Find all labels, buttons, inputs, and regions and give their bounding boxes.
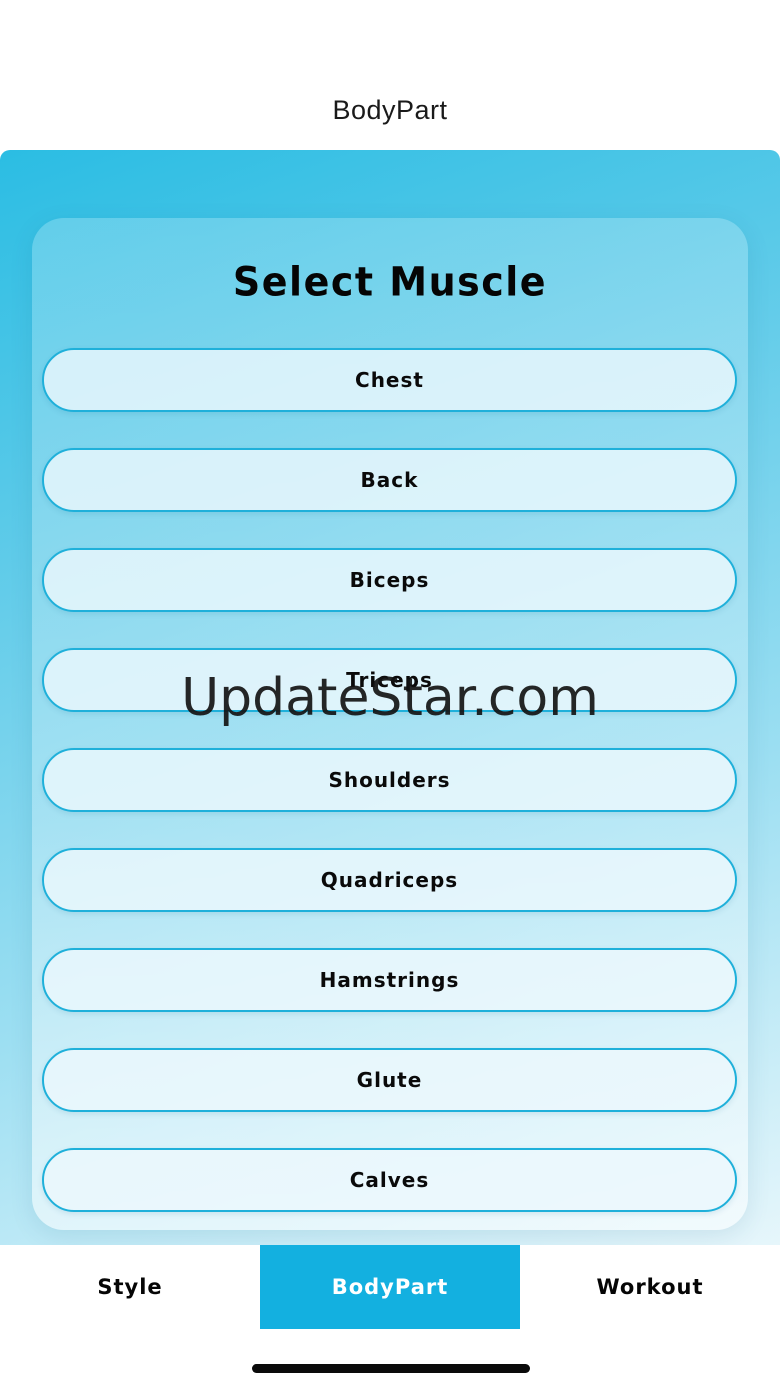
muscle-panel: Select Muscle Chest Back Biceps Triceps … bbox=[32, 218, 748, 1230]
muscle-button-calves[interactable]: Calves bbox=[42, 1148, 737, 1212]
tab-bar: Style BodyPart Workout bbox=[0, 1245, 780, 1329]
muscle-button-quadriceps[interactable]: Quadriceps bbox=[42, 848, 737, 912]
muscle-button-back[interactable]: Back bbox=[42, 448, 737, 512]
panel-title: Select Muscle bbox=[232, 258, 548, 306]
nav-title: BodyPart bbox=[332, 95, 448, 125]
muscle-button-hamstrings[interactable]: Hamstrings bbox=[42, 948, 737, 1012]
content-area: Select Muscle Chest Back Biceps Triceps … bbox=[0, 150, 780, 1245]
muscle-button-glute[interactable]: Glute bbox=[42, 1048, 737, 1112]
home-indicator[interactable] bbox=[252, 1364, 530, 1373]
muscle-list: Chest Back Biceps Triceps Shoulders Quad… bbox=[42, 348, 737, 1245]
muscle-button-chest[interactable]: Chest bbox=[42, 348, 737, 412]
muscle-button-biceps[interactable]: Biceps bbox=[42, 548, 737, 612]
muscle-button-shoulders[interactable]: Shoulders bbox=[42, 748, 737, 812]
tab-style[interactable]: Style bbox=[0, 1245, 260, 1329]
navigation-bar: BodyPart bbox=[0, 0, 780, 150]
tab-bodypart[interactable]: BodyPart bbox=[260, 1245, 520, 1329]
tab-workout[interactable]: Workout bbox=[520, 1245, 780, 1329]
muscle-button-triceps[interactable]: Triceps bbox=[42, 648, 737, 712]
